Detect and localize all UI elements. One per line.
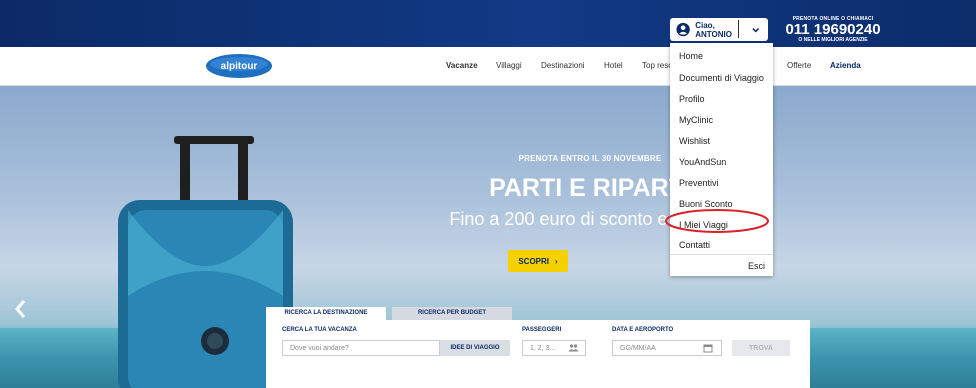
top-bar: Ciao, ANTONIO PRENOTA ONLINE O CHIAMACI … [0,0,976,47]
account-menu-button[interactable]: Ciao, ANTONIO [670,18,768,41]
menu-item-contatti[interactable]: Contatti [679,240,710,250]
menu-item-documenti-di-viaggio[interactable]: Documenti di Viaggio [679,73,764,83]
menu-item-youandsun[interactable]: YouAndSun [679,157,726,167]
people-icon [568,344,579,352]
phone-contact[interactable]: PRENOTA ONLINE O CHIAMACI 011 19690240 O… [778,16,888,43]
nav-villaggi[interactable]: Villaggi [496,47,522,85]
passengers-label: PASSEGGERI [522,327,562,333]
account-dropdown-menu: Home Documenti di Viaggio Profilo MyClin… [670,43,773,276]
text-cursor [738,20,739,38]
carousel-prev-icon[interactable] [14,299,28,319]
logo-text: alpitour [221,61,258,72]
passengers-input[interactable]: 1, 2, 3... [522,340,586,356]
date-placeholder: GG/MM/AA [620,344,656,352]
calendar-icon [703,344,713,353]
nav-vacanze[interactable]: Vacanze [446,47,478,85]
tab-ricerca-destinazione[interactable]: RICERCA LA DESTINAZIONE [266,307,386,320]
destination-label: CERCA LA TUA VACANZA [282,327,357,333]
chevron-right-icon: › [555,256,558,266]
alpitour-logo[interactable]: alpitour [205,53,273,79]
search-panel: CERCA LA TUA VACANZA Dove vuoi andare? I… [266,320,810,388]
date-input[interactable]: GG/MM/AA [612,340,722,356]
main-nav: alpitour Vacanze Villaggi Destinazioni H… [0,47,976,86]
idee-di-viaggio-button[interactable]: IDEE DI VIAGGIO [440,340,510,356]
menu-item-preventivi[interactable]: Preventivi [679,178,719,188]
menu-item-myclinic[interactable]: MyClinic [679,115,713,125]
account-greeting: Ciao, ANTONIO [695,20,732,39]
nav-azienda[interactable]: Azienda [830,47,861,85]
phone-number[interactable]: 011 19690240 [778,22,888,37]
menu-item-wishlist[interactable]: Wishlist [679,136,710,146]
destination-input[interactable]: Dove vuoi andare? [282,340,440,356]
tab-ricerca-budget[interactable]: RICERCA PER BUDGET [392,307,512,320]
scopri-label: SCOPRI [518,256,549,266]
date-airport-label: DATA E AEROPORTO [612,327,674,333]
nav-top-resort[interactable]: Top reso [642,47,673,85]
nav-offerte[interactable]: Offerte [787,47,811,85]
menu-divider [670,254,773,255]
highlight-oval [665,209,769,233]
scopri-button[interactable]: SCOPRI › [508,250,568,272]
user-icon [676,22,690,37]
chevron-down-icon [751,27,759,32]
passengers-placeholder: 1, 2, 3... [530,344,556,352]
menu-item-profilo[interactable]: Profilo [679,94,705,104]
nav-hotel[interactable]: Hotel [604,47,623,85]
nav-destinazioni[interactable]: Destinazioni [541,47,585,85]
menu-item-esci[interactable]: Esci [748,261,765,271]
menu-item-home[interactable]: Home [679,51,703,61]
trova-button[interactable]: TROVA [732,340,790,356]
